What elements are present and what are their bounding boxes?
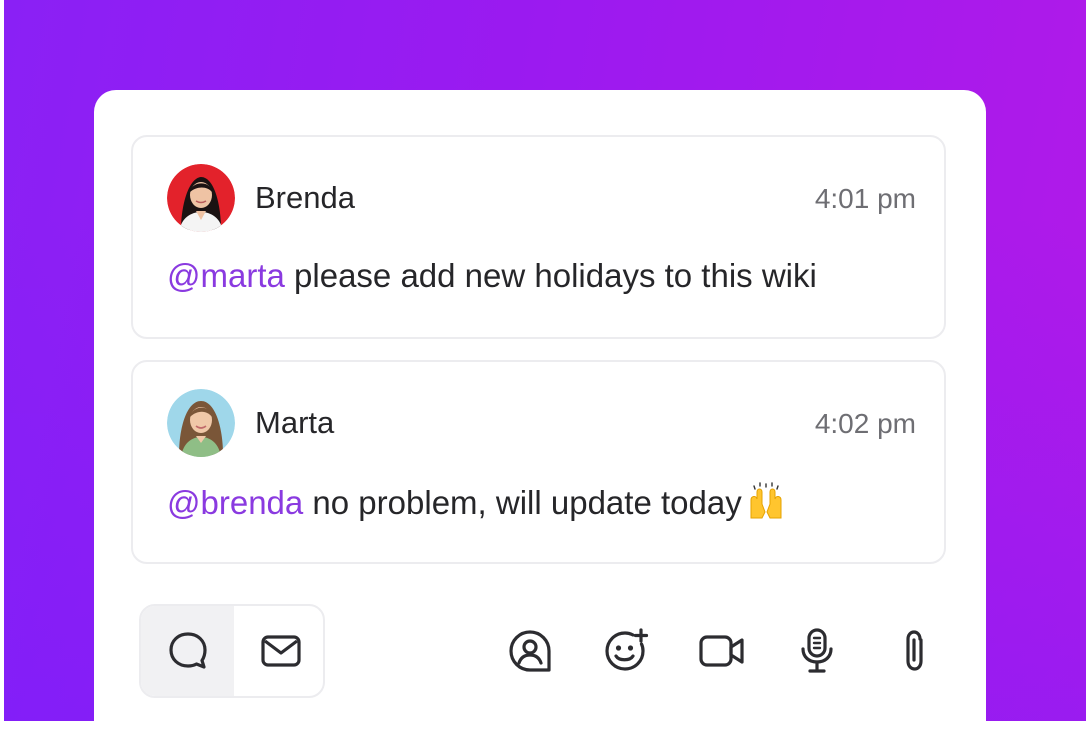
email-icon	[260, 635, 301, 667]
add-emoji-icon	[605, 628, 649, 671]
microphone-icon	[801, 628, 833, 673]
video-icon	[699, 635, 744, 667]
raising-hands-emoji	[746, 482, 786, 520]
microphone-button[interactable]	[792, 626, 842, 676]
add-emoji-button[interactable]	[601, 626, 651, 676]
avatar[interactable]	[167, 164, 235, 232]
raising-hands-icon	[750, 482, 782, 519]
attachment-button[interactable]	[890, 626, 940, 676]
assign-mention-icon	[509, 630, 551, 672]
chat-panel: Brenda 4:01 pm @marta please add new hol…	[94, 90, 986, 721]
comment-icon	[168, 632, 207, 669]
message-card: Marta 4:02 pm @brenda no problem, will u…	[131, 360, 946, 564]
message-body: no problem, will update today	[303, 484, 742, 521]
marta-avatar-image	[167, 389, 235, 457]
message-text: @marta please add new holidays to this w…	[167, 257, 817, 295]
gradient-background: Brenda 4:01 pm @marta please add new hol…	[4, 0, 1086, 721]
brenda-avatar-image	[167, 164, 235, 232]
mention-link[interactable]: @marta	[167, 257, 285, 294]
email-tab[interactable]	[234, 606, 323, 696]
mode-toggle	[139, 604, 325, 698]
avatar[interactable]	[167, 389, 235, 457]
author-name: Marta	[255, 405, 335, 440]
message-time: 4:02 pm	[814, 408, 916, 439]
message-body: please add new holidays to this wiki	[284, 257, 817, 294]
attachment-icon	[906, 630, 923, 671]
message-text: @brenda no problem, will update today	[167, 482, 786, 522]
video-button[interactable]	[697, 626, 747, 676]
comment-tab[interactable]	[141, 606, 234, 696]
mention-link[interactable]: @brenda	[167, 484, 303, 521]
author-name: Brenda	[255, 180, 355, 215]
message-time: 4:01 pm	[814, 183, 916, 214]
message-card: Brenda 4:01 pm @marta please add new hol…	[131, 135, 946, 339]
assign-mention-button[interactable]	[505, 626, 555, 676]
